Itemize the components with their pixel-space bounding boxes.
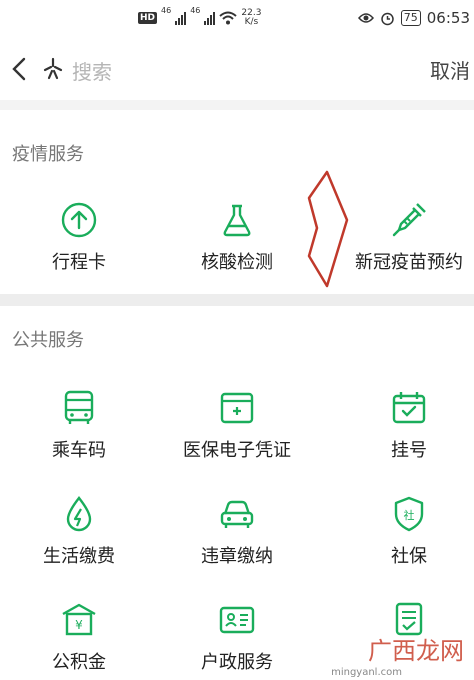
service-item-medical-card[interactable]: 医保电子凭证 bbox=[158, 388, 316, 462]
status-right: 75 06:53 bbox=[357, 6, 470, 30]
service-item-housing-fund[interactable]: ¥ 公积金 bbox=[0, 600, 158, 674]
service-label: 医保电子凭证 bbox=[183, 440, 291, 461]
back-icon[interactable] bbox=[8, 54, 32, 84]
bus-icon bbox=[64, 390, 94, 424]
service-label: 行程卡 bbox=[52, 252, 106, 273]
house-yuan-icon: ¥ bbox=[62, 603, 96, 636]
sparkle-icon bbox=[43, 57, 63, 80]
signal-icon-2 bbox=[204, 11, 216, 25]
status-bar: HD 46 46 22.3 K/s 75 06:53 bbox=[0, 0, 474, 36]
car-icon bbox=[220, 500, 254, 528]
section-divider bbox=[0, 294, 474, 306]
service-item-bus-code[interactable]: 乘车码 bbox=[0, 388, 158, 462]
divider bbox=[0, 100, 474, 110]
service-label: 新冠疫苗预约 bbox=[355, 252, 463, 273]
section-title-public: 公共服务 bbox=[12, 330, 84, 351]
watermark-url: mingyanl.com bbox=[331, 667, 402, 678]
syringe-icon bbox=[392, 203, 426, 237]
net-speed-unit: K/s bbox=[244, 17, 259, 27]
hd-badge: HD bbox=[138, 12, 158, 24]
service-label: 公积金 bbox=[52, 652, 106, 673]
service-label: 乘车码 bbox=[52, 440, 106, 461]
service-item-registration[interactable]: 挂号 bbox=[330, 388, 474, 462]
service-label: 社保 bbox=[391, 546, 427, 567]
watermark-logo: 广西龙网 bbox=[368, 637, 464, 665]
svg-text:¥: ¥ bbox=[75, 618, 83, 632]
water-drop-bolt-icon bbox=[66, 496, 92, 532]
status-left: HD 46 46 22.3 K/s bbox=[138, 6, 261, 30]
section-title-epidemic: 疫情服务 bbox=[12, 144, 84, 165]
service-item-itinerary-card[interactable]: 行程卡 bbox=[0, 200, 158, 274]
flask-icon bbox=[223, 204, 251, 237]
medical-card-icon bbox=[220, 392, 254, 424]
battery-indicator: 75 bbox=[400, 10, 421, 26]
clock: 06:53 bbox=[426, 9, 470, 27]
search-input[interactable]: 搜索 bbox=[72, 56, 112, 85]
service-label: 生活缴费 bbox=[43, 546, 115, 567]
svg-text:社: 社 bbox=[404, 508, 415, 522]
id-card-icon bbox=[219, 606, 255, 634]
signal-icon bbox=[175, 11, 187, 25]
service-item-household-registration[interactable]: 户政服务 bbox=[158, 600, 316, 674]
net-label-1: 46 bbox=[161, 6, 172, 15]
service-label: 违章缴纳 bbox=[201, 546, 273, 567]
service-item-utility-payment[interactable]: 生活缴费 bbox=[0, 494, 158, 568]
net-label-2: 46 bbox=[190, 6, 201, 15]
service-label: 核酸检测 bbox=[201, 252, 273, 273]
annotation-arrow bbox=[307, 170, 349, 288]
cancel-button[interactable]: 取消 bbox=[430, 55, 470, 84]
service-item-traffic-fine[interactable]: 违章缴纳 bbox=[158, 494, 316, 568]
eye-icon bbox=[357, 13, 374, 23]
service-item-vaccine-booking[interactable]: 新冠疫苗预约 bbox=[330, 200, 474, 274]
calendar-check-icon bbox=[392, 392, 426, 424]
search-header: 搜索 取消 bbox=[0, 38, 474, 100]
service-label: 挂号 bbox=[391, 440, 427, 461]
service-item-social-security[interactable]: 社 社保 bbox=[330, 494, 474, 568]
alarm-icon bbox=[381, 12, 394, 25]
service-label: 户政服务 bbox=[201, 652, 273, 673]
service-item-nucleic-test[interactable]: 核酸检测 bbox=[158, 200, 316, 274]
wifi-icon bbox=[219, 11, 238, 25]
shield-icon: 社 bbox=[394, 496, 424, 532]
net-speed: 22.3 K/s bbox=[241, 9, 261, 27]
arrow-up-circle-icon bbox=[61, 202, 97, 238]
